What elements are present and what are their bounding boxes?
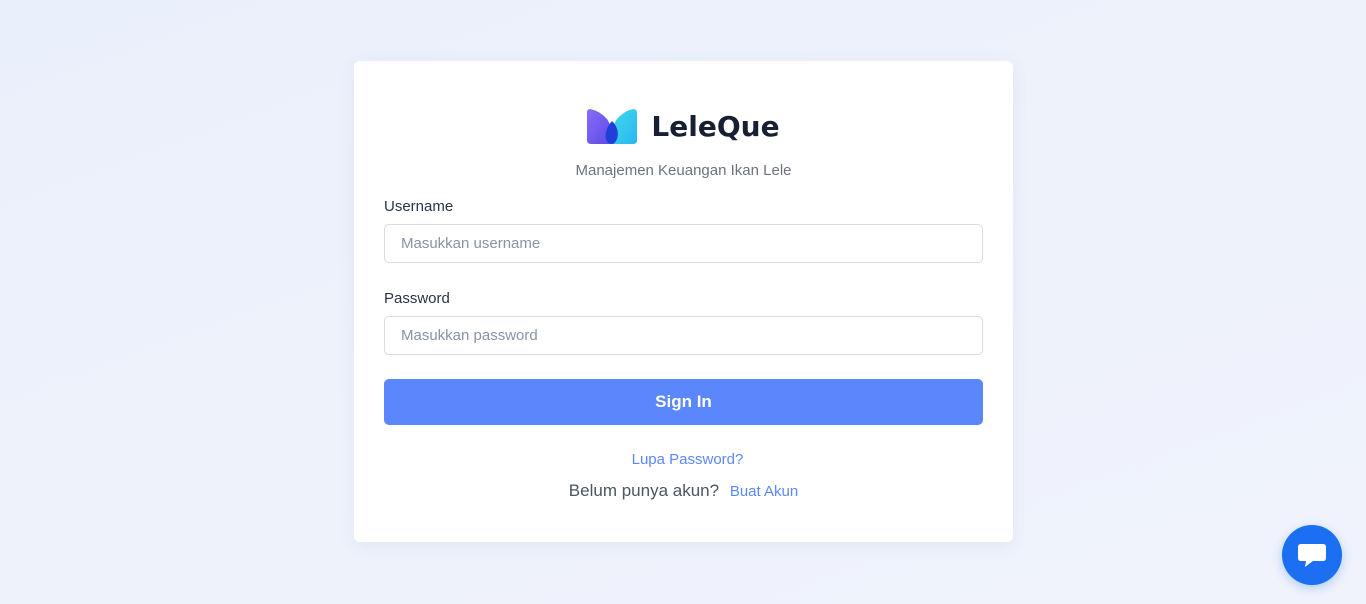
username-label: Username <box>384 198 454 215</box>
password-input[interactable] <box>384 316 983 355</box>
chat-bubble-icon <box>1298 544 1326 567</box>
signup-row: Belum punya akun? Buat Akun <box>384 481 983 502</box>
brand-name: LeleQue <box>651 109 780 143</box>
leleque-logo-icon <box>587 109 638 144</box>
forgot-password-row: Lupa Password? <box>384 451 983 469</box>
sign-in-button[interactable]: Sign In <box>384 379 983 425</box>
brand-header: LeleQue <box>384 107 983 145</box>
create-account-link[interactable]: Buat Akun <box>730 483 798 500</box>
tagline: Manajemen Keuangan Ikan Lele <box>575 162 792 179</box>
no-account-text: Belum punya akun? <box>568 481 720 500</box>
login-card: LeleQue Manajemen Keuangan Ikan Lele Use… <box>354 61 1013 542</box>
forgot-password-link[interactable]: Lupa Password? <box>632 451 744 468</box>
username-input[interactable] <box>384 224 983 263</box>
chat-widget-button[interactable] <box>1282 525 1342 585</box>
password-label: Password <box>384 290 450 307</box>
